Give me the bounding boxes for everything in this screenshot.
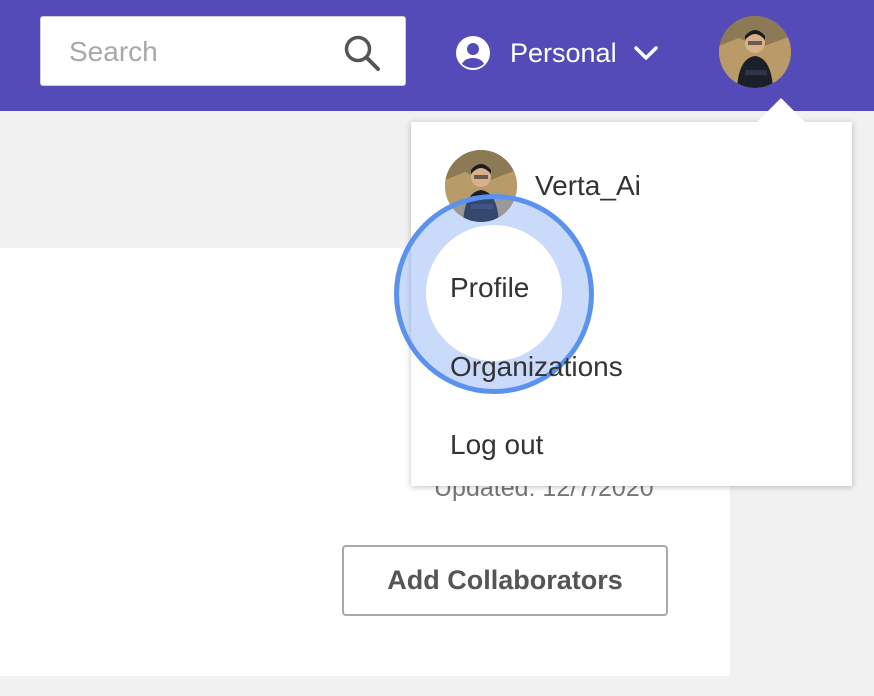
dropdown-user-header: Verta_Ai: [445, 150, 641, 222]
dropdown-caret: [756, 98, 806, 123]
avatar-photo: [719, 16, 791, 88]
top-navigation-bar: Personal: [0, 0, 874, 111]
workspace-selector[interactable]: Personal: [456, 32, 659, 74]
menu-item-profile[interactable]: Profile: [450, 272, 529, 304]
dropdown-username: Verta_Ai: [535, 170, 641, 201]
search-box[interactable]: [40, 16, 406, 87]
search-icon[interactable]: [343, 34, 381, 72]
dropdown-avatar: [445, 150, 517, 222]
search-input[interactable]: [67, 17, 351, 87]
menu-item-organizations[interactable]: Organizations: [450, 351, 623, 383]
menu-item-logout[interactable]: Log out: [450, 429, 543, 461]
workspace-label: Personal: [510, 37, 617, 68]
add-collaborators-button[interactable]: Add Collaborators: [342, 545, 668, 616]
user-avatar-button[interactable]: [719, 16, 791, 88]
user-circle-icon: [456, 36, 490, 70]
chevron-down-icon: [633, 46, 658, 60]
